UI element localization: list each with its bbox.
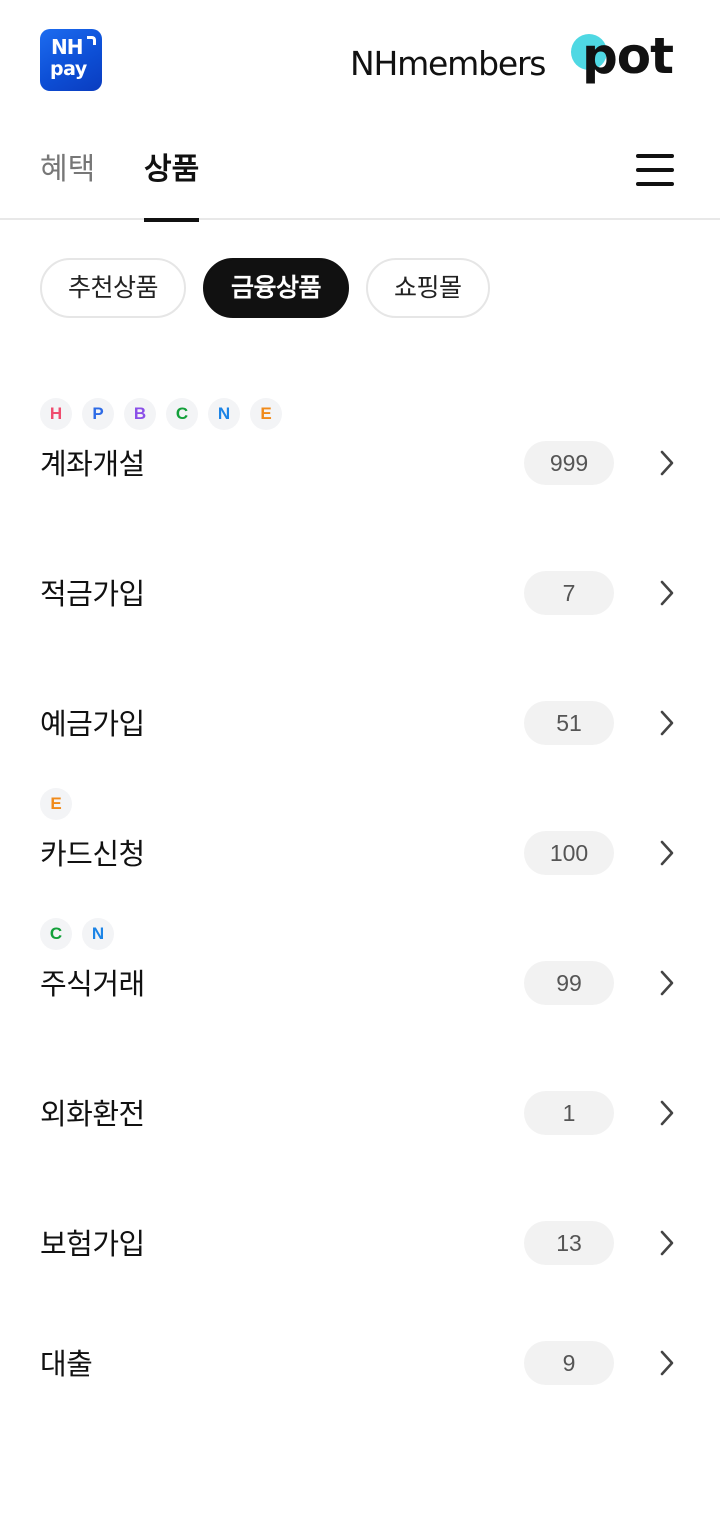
list-item-label: 주식거래 (40, 967, 145, 1001)
brand-members-text: NHmembers (350, 44, 547, 83)
app-header: NH pay NHmembers pot (0, 0, 720, 120)
list-item-label: 적금가입 (40, 577, 145, 611)
service-badge: P (82, 398, 114, 430)
main-tabs: 혜택 상품 (0, 130, 720, 222)
count-badge: 7 (524, 571, 614, 615)
service-badge: H (40, 398, 72, 430)
count-badge: 13 (524, 1221, 614, 1265)
chevron-right-icon (658, 709, 676, 737)
chevron-right-icon (658, 1229, 676, 1257)
tab-benefit[interactable]: 혜택 (40, 150, 95, 220)
list-item[interactable]: 외화환전 1 (0, 1048, 720, 1178)
service-badges: HPBCNE (40, 398, 282, 430)
list-item[interactable]: 예금가입 51 (0, 658, 720, 788)
service-badge: C (166, 398, 198, 430)
count-badge: 100 (524, 831, 614, 875)
list-item-label: 외화환전 (40, 1097, 145, 1131)
count-badge: 51 (524, 701, 614, 745)
list-item[interactable]: E 카드신청 100 (0, 788, 720, 918)
service-badge: B (124, 398, 156, 430)
service-badge: N (208, 398, 240, 430)
hamburger-menu-icon[interactable] (636, 154, 674, 186)
list-item[interactable]: H P B C N E 계좌개설 999 (0, 398, 720, 528)
list-item[interactable]: 대출 9 (0, 1298, 720, 1428)
nh-pay-logo-pay: pay (50, 58, 87, 80)
service-badge: E (250, 398, 282, 430)
service-badges: E (40, 788, 72, 820)
nh-pay-logo[interactable]: NH pay (40, 29, 102, 91)
list-item-label: 계좌개설 (40, 447, 145, 481)
list-item-label: 보험가입 (40, 1227, 145, 1261)
list-item[interactable]: 적금가입 7 (0, 528, 720, 658)
service-badge: E (40, 788, 72, 820)
nh-pay-logo-nh: NH (51, 35, 84, 59)
chevron-right-icon (658, 839, 676, 867)
brand-pot-text: pot (582, 27, 674, 85)
chevron-right-icon (658, 969, 676, 997)
category-chips: 추천상품 금융상품 쇼핑몰 (40, 258, 490, 318)
count-badge: 999 (524, 441, 614, 485)
logo-corner-mark (87, 36, 96, 45)
chevron-right-icon (658, 1099, 676, 1127)
list-item[interactable]: C N 주식거래 99 (0, 918, 720, 1048)
chip-recommended[interactable]: 추천상품 (40, 258, 187, 318)
service-badges: CN (40, 918, 114, 950)
chevron-right-icon (658, 1349, 676, 1377)
chip-shopping[interactable]: 쇼핑몰 (366, 258, 490, 318)
list-item-label: 카드신청 (40, 837, 145, 871)
count-badge: 1 (524, 1091, 614, 1135)
service-badge: C (40, 918, 72, 950)
service-badge: N (82, 918, 114, 950)
list-item-label: 예금가입 (40, 707, 145, 741)
chevron-right-icon (658, 579, 676, 607)
list-item-label: 대출 (40, 1347, 93, 1381)
count-badge: 99 (524, 961, 614, 1005)
count-badge: 9 (524, 1341, 614, 1385)
list-item[interactable]: 보험가입 13 (0, 1178, 720, 1308)
nhmembers-pot-logo[interactable]: NHmembers pot (350, 28, 680, 92)
chip-financial[interactable]: 금융상품 (203, 258, 350, 318)
chevron-right-icon (658, 449, 676, 477)
tab-product[interactable]: 상품 (144, 150, 200, 222)
